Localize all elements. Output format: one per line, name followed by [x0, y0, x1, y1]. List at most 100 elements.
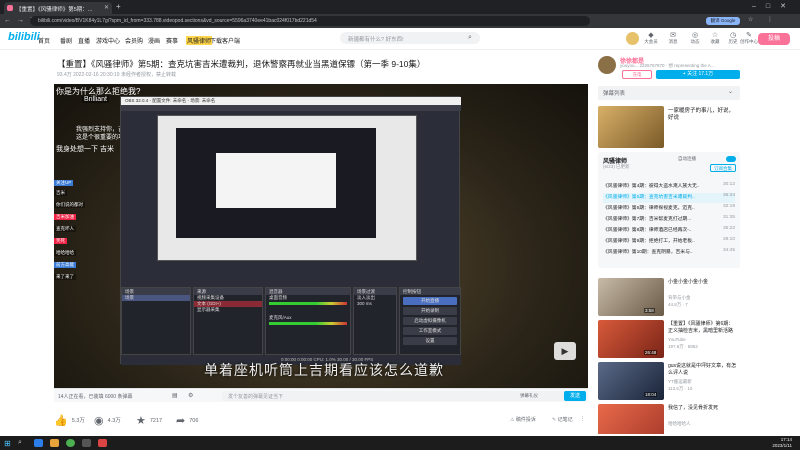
obs-studio-mode: 工作室模式: [403, 327, 457, 335]
messages-button[interactable]: ✉ 消息: [662, 31, 684, 45]
bilibili-logo[interactable]: bilibili: [8, 31, 40, 43]
window-controls[interactable]: –□✕: [752, 2, 796, 10]
obs-scene-item: 场景: [122, 295, 190, 301]
obs-mixer-track: 桌面音频: [269, 295, 287, 300]
send-danmaku-button[interactable]: 发送: [564, 391, 586, 401]
autoplay-toggle[interactable]: [726, 156, 736, 162]
tab-title: 【重置】《风骚律师》第5期：...: [16, 7, 93, 13]
playlist-item[interactable]: 《风骚律师》第5期：查克坑害吉米遭裁判.. 36:34: [603, 193, 735, 203]
obs-title: OBS 32.0.4 - 配置文件: 未命名 - 场景: 未命名: [121, 97, 461, 105]
danmaku-etiquette-link[interactable]: 弹幕礼仪: [520, 393, 538, 399]
translate-button[interactable]: 翻译 Google: [706, 17, 740, 25]
play-icon[interactable]: ▶: [554, 342, 576, 360]
obs-sources-panel: 来源 视频采集设备 文本 (GDI+) 显示器采集: [193, 287, 263, 355]
danmaku-toggle-icon[interactable]: ▤: [172, 392, 178, 399]
nav-shop[interactable]: 会员购: [125, 36, 143, 45]
obs-mixer-track: 麦克风/Aux: [269, 315, 292, 320]
rec-title: 小金小金小金小金: [668, 279, 709, 285]
danmaku-settings-icon[interactable]: ⚙: [188, 392, 193, 399]
danmaku-item: 前方高能: [54, 262, 76, 268]
nav-home[interactable]: 首页: [38, 36, 50, 45]
rec-stats: 197.6万 · 5952: [668, 344, 698, 349]
rec-uploader: YT搬运最新: [668, 379, 692, 384]
rec-uploader: YouTube: [668, 337, 686, 342]
danmaku-list-header[interactable]: 弹幕列表: [598, 86, 740, 100]
danmaku-input[interactable]: 发个友善的弹幕见证当下: [222, 391, 570, 401]
report-link[interactable]: ⚠ 稿件投诉: [510, 416, 536, 423]
tab-close-icon[interactable]: ✕: [104, 4, 109, 11]
rec-video[interactable]: 3:58 小金小金小金小金 背带与小金 44.8万 · 7: [598, 278, 740, 316]
creator-button[interactable]: ✎ 创作中心: [738, 31, 760, 45]
nav-manga[interactable]: 漫画: [148, 36, 160, 45]
search-icon[interactable]: ⌕: [468, 34, 472, 42]
vip-button[interactable]: ◆ 大会员: [640, 31, 662, 45]
share-button[interactable]: ➦ 706: [176, 414, 198, 427]
playlist-item[interactable]: 《风骚律师》第9期：拒绝打工，开始老板.. 28:10: [603, 237, 735, 247]
address-bar: ←→↻ bilibili.com/video/BV1K84y1L7gi?spm_…: [0, 14, 800, 28]
autoplay-label: 自动连播: [678, 156, 696, 161]
notes-link[interactable]: ✎ 记笔记: [552, 416, 573, 423]
dynamics-button[interactable]: ◎ 动态: [684, 31, 706, 45]
like-button[interactable]: 👍 5.3万: [54, 414, 85, 427]
playlist-item[interactable]: 《风骚律师》第8期：律师酒店已经再次-.. 35:22: [603, 226, 735, 236]
video-subtitle: 单着座机听筒上吉期看应该怎么道歉: [204, 362, 444, 378]
playlist-count: (6/23) 已更新: [603, 164, 630, 169]
app-icon[interactable]: [98, 439, 107, 447]
obs-start-record: 开始录制: [403, 307, 457, 315]
chrome-icon[interactable]: [66, 439, 75, 447]
upload-button[interactable]: 投稿: [758, 33, 790, 45]
message-icon: ✉: [670, 32, 676, 39]
uploader-avatar[interactable]: [598, 56, 616, 74]
charge-button[interactable]: 充电: [622, 70, 652, 79]
playlist-item[interactable]: 《风骚律师》第4期：彼得大盗水淹人族大无.. 30:12: [603, 182, 735, 192]
video-meta: 93.4万 2022-02-16 20:30:19 未经作者授权，禁止转载: [57, 72, 176, 78]
vip-icon: ◆: [648, 32, 654, 39]
system-clock[interactable]: 17:14 2023/1/11: [772, 437, 792, 449]
follow-button[interactable]: + 关注 17.1万: [656, 70, 740, 79]
favorite-button[interactable]: ★ 7217: [136, 414, 162, 427]
url-input[interactable]: bilibili.com/video/BV1K84y1L7gi?spm_id_f…: [30, 16, 590, 26]
ad-card[interactable]: 一家暖房子的事儿，好说，好说: [598, 106, 740, 148]
subscribe-playlist-button[interactable]: 订阅合集: [710, 164, 736, 172]
coin-button[interactable]: ◉ 4.3万: [94, 414, 121, 427]
rec-video[interactable]: 26:48 【重置】《风骚律师》第6期：正义抽检吉米，黑暗里新活路 YouTub…: [598, 320, 740, 358]
obs-preview: [157, 115, 417, 261]
search-input[interactable]: 新疆都有什么? 好东西!: [340, 32, 480, 44]
user-avatar[interactable]: [626, 32, 639, 45]
obs-icon[interactable]: [82, 439, 91, 447]
obs-transition-panel: 场景过渡 淡入淡出 300 ms: [353, 287, 397, 355]
taskview-icon[interactable]: [34, 439, 43, 447]
danmaku-item: 关注UP: [54, 180, 74, 186]
rec-video[interactable]: 18:04 gus说这就是中坪好文章，有怎么评人说 YT搬运最新 113.5万 …: [598, 362, 740, 400]
rec-stats: 44.8万 · 7: [668, 302, 688, 307]
rec-title: gus说这就是中坪好文章，有怎么评人说: [668, 363, 737, 376]
nav-download[interactable]: 下载客户端: [210, 36, 240, 45]
nav-promo[interactable]: 风骚律师: [186, 36, 213, 45]
ad-title: 一家暖房子的事儿，好说，好说: [668, 108, 735, 121]
chevron-down-icon[interactable]: ⌄: [728, 88, 733, 95]
search-icon[interactable]: ⌕: [18, 439, 22, 447]
playlist-item[interactable]: 《风骚律师》第10期：查克阴暴，吉米与.. 34:45: [603, 248, 735, 258]
overlay-text: Brilliant: [82, 96, 109, 103]
rec-video[interactable]: 我信了，没见骨折发死 哈哈哈哈人: [598, 404, 740, 434]
browser-menu-icon[interactable]: ☆ ⋮: [748, 16, 779, 23]
playlist-item[interactable]: 《风骚律师》第6期：律师探视麦克，迈克.. 32:19: [603, 204, 735, 214]
nav-esports[interactable]: 赛事: [166, 36, 178, 45]
nav-game[interactable]: 游戏中心: [96, 36, 120, 45]
nav-anime[interactable]: 番剧: [60, 36, 72, 45]
video-player[interactable]: 你是为什么那么拒绝我? Brilliant 我强烈支持你，吉米 这是个很重要的项…: [54, 84, 588, 388]
windows-start-icon[interactable]: ⊞: [4, 439, 11, 448]
new-tab-icon[interactable]: +: [116, 2, 121, 11]
overlay-text: 我身处想一下 吉米: [56, 146, 114, 153]
obs-preview-inner: [176, 128, 376, 238]
playlist-panel: 风骚律师 (6/23) 已更新 自动连播 订阅合集 《风骚律师》第4期：彼得大盗…: [598, 152, 740, 268]
more-icon[interactable]: ⋮: [580, 416, 585, 422]
explorer-icon[interactable]: [50, 439, 59, 447]
browser-tab[interactable]: 【重置】《风骚律师》第5期：... ✕: [4, 2, 112, 14]
danmaku-item: 查克坏人: [54, 226, 76, 232]
nav-live[interactable]: 直播: [78, 36, 90, 45]
bilibili-favicon-icon: [7, 5, 13, 11]
playlist-item[interactable]: 《风骚律师》第7期：吉米帮麦克打过期... 31:35: [603, 215, 735, 225]
video-send-bar: 14人正在看，已装填 6000 条弹幕 ▤ ⚙ 发个友善的弹幕见证当下 弹幕礼仪…: [54, 388, 588, 402]
danmaku-item: 来了来了: [54, 274, 76, 280]
